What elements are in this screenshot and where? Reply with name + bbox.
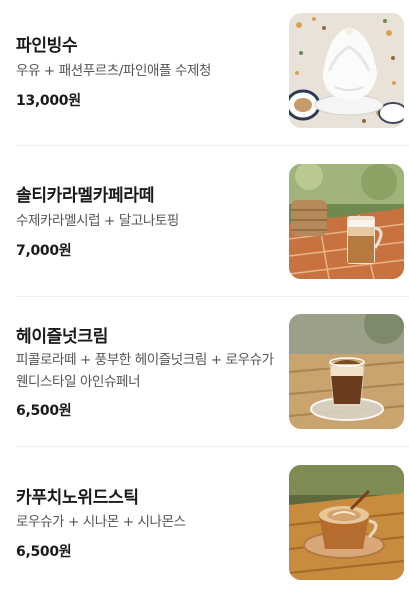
menu-item-price: 7,000원	[16, 243, 72, 259]
menu-item-price: 6,500원	[16, 403, 72, 419]
menu-item-photo	[289, 164, 404, 279]
menu-item-name: 솔티카라멜카페라떼	[16, 186, 155, 206]
menu-item-description: 우유 + 패션푸르츠/파인애플 수제청	[16, 63, 212, 79]
menu-item-name: 카푸치노위드스틱	[16, 488, 139, 508]
menu-item-name: 헤이즐넛크림	[16, 327, 109, 347]
menu-item-photo	[289, 314, 404, 429]
divider	[16, 296, 409, 297]
menu-item-price: 6,500원	[16, 544, 72, 560]
menu-item-salty-caramel-latte[interactable]: 솔티카라멜카페라떼 수제카라멜시럽 + 달고나토핑 7,000원	[0, 150, 409, 300]
menu-item-hazelnut-cream[interactable]: 헤이즐넛크림 피콜로라떼 + 풍부한 헤이즐넛크림 + 로우슈가 웬디스타일 아…	[0, 300, 409, 450]
menu-item-price: 13,000원	[16, 93, 81, 109]
menu-list: 파인빙수 우유 + 패션푸르츠/파인애플 수제청 13,000원 솔티카라멜카페…	[0, 0, 409, 594]
divider	[16, 145, 409, 146]
menu-item-description: 수제카라멜시럽 + 달고나토핑	[16, 213, 179, 229]
menu-item-description: 피콜로라떼 + 풍부한 헤이즐넛크림 + 로우슈가 웬디스타일 아인슈페너	[16, 352, 274, 390]
menu-item-pine-bingsu[interactable]: 파인빙수 우유 + 패션푸르츠/파인애플 수제청 13,000원	[0, 0, 409, 150]
menu-item-name: 파인빙수	[16, 36, 78, 56]
menu-item-photo	[289, 13, 404, 128]
menu-item-photo	[289, 465, 404, 580]
menu-item-cappuccino-with-stick[interactable]: 카푸치노위드스틱 로우슈가 + 시나몬 + 시나몬스 6,500원	[0, 450, 409, 600]
menu-item-description: 로우슈가 + 시나몬 + 시나몬스	[16, 514, 186, 530]
divider	[16, 446, 409, 447]
